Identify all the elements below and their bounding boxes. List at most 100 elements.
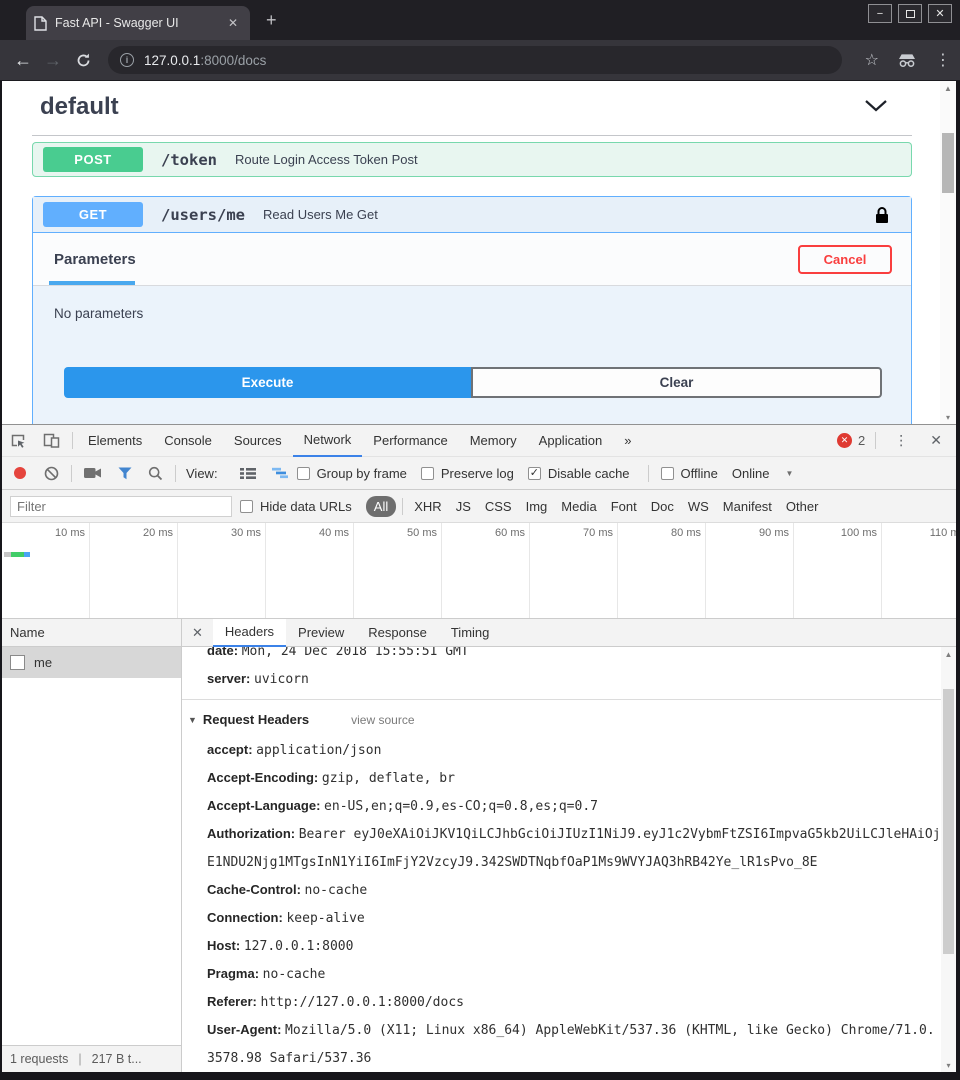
request-header: Host: 127.0.0.1:8000 <box>207 932 941 960</box>
error-badge-icon[interactable]: ✕ <box>837 433 852 448</box>
tab-response[interactable]: Response <box>356 619 439 647</box>
request-headers-section-title[interactable]: Request Headers <box>203 704 309 736</box>
window-maximize-button[interactable] <box>898 4 922 23</box>
filter-type-css[interactable]: CSS <box>485 499 512 514</box>
site-info-icon[interactable]: i <box>120 53 134 67</box>
headers-content: date: Mon, 24 Dec 2018 15:55:51 GMT serv… <box>182 647 941 1072</box>
filter-type-media[interactable]: Media <box>561 499 596 514</box>
filter-type-manifest[interactable]: Manifest <box>723 499 772 514</box>
group-by-frame-checkbox[interactable] <box>297 467 310 480</box>
filter-type-ws[interactable]: WS <box>688 499 709 514</box>
tab-timing[interactable]: Timing <box>439 619 502 647</box>
parameters-header: Parameters Cancel <box>33 233 911 286</box>
filter-type-xhr[interactable]: XHR <box>414 499 441 514</box>
browser-tab[interactable]: Fast API - Swagger UI ✕ <box>26 6 250 40</box>
tab-application[interactable]: Application <box>528 425 614 457</box>
search-icon[interactable] <box>148 466 163 481</box>
url-host: 127.0.0.1 <box>144 53 200 68</box>
filter-type-doc[interactable]: Doc <box>651 499 674 514</box>
clear-log-icon[interactable] <box>44 466 59 481</box>
scroll-up-icon[interactable]: ▲ <box>940 81 956 95</box>
collapse-triangle-icon[interactable]: ▼ <box>188 704 197 736</box>
clear-button[interactable]: Clear <box>471 367 882 398</box>
filter-funnel-icon[interactable] <box>118 467 132 480</box>
name-column-header[interactable]: Name <box>2 619 181 647</box>
transferred-size: 217 B t... <box>92 1052 142 1066</box>
offline-label[interactable]: Offline <box>681 466 718 481</box>
page-scrollbar[interactable]: ▲ ▾ <box>940 81 956 424</box>
throttling-dropdown-icon[interactable]: ▼ <box>785 469 793 478</box>
disable-cache-checkbox[interactable] <box>528 467 541 480</box>
lock-icon[interactable] <box>875 206 889 224</box>
status-separator: | <box>78 1052 81 1066</box>
chevron-down-icon[interactable] <box>864 99 888 112</box>
list-view-icon[interactable] <box>240 467 256 480</box>
filter-type-font[interactable]: Font <box>611 499 637 514</box>
filter-type-all[interactable]: All <box>366 496 396 517</box>
details-scrollbar-thumb[interactable] <box>943 689 954 954</box>
details-close-icon[interactable]: ✕ <box>182 625 213 641</box>
parameters-tab[interactable]: Parameters <box>54 251 136 268</box>
browser-menu-icon[interactable]: ⋮ <box>935 50 951 70</box>
view-source-link[interactable]: view source <box>351 704 414 736</box>
inspect-element-icon[interactable] <box>10 433 27 449</box>
hide-data-urls-label[interactable]: Hide data URLs <box>260 499 352 514</box>
record-button[interactable] <box>14 467 26 479</box>
preserve-log-label[interactable]: Preserve log <box>441 466 514 481</box>
tab-elements[interactable]: Elements <box>77 425 153 457</box>
request-row-me[interactable]: me <box>2 647 181 678</box>
address-bar[interactable]: i 127.0.0.1:8000/docs <box>108 46 842 74</box>
disable-cache-label[interactable]: Disable cache <box>548 466 630 481</box>
details-scrollbar[interactable]: ▲ ▾ <box>941 647 956 1072</box>
tab-strip: Fast API - Swagger UI ✕ + − ✕ <box>0 0 960 40</box>
reload-button[interactable] <box>68 52 98 69</box>
offline-checkbox[interactable] <box>661 467 674 480</box>
tab-memory[interactable]: Memory <box>459 425 528 457</box>
execute-button[interactable]: Execute <box>64 367 471 398</box>
network-overview-timeline[interactable]: 10 ms 20 ms 30 ms 40 ms 50 ms 60 ms 70 m… <box>2 523 956 619</box>
device-toolbar-icon[interactable] <box>43 433 60 448</box>
devtools-menu-icon[interactable]: ⋮ <box>886 432 916 449</box>
forward-button[interactable]: → <box>38 50 68 71</box>
request-header-user-agent: User-Agent: Mozilla/5.0 (X11; Linux x86_… <box>207 1016 941 1072</box>
filter-type-other[interactable]: Other <box>786 499 819 514</box>
waterfall-view-icon[interactable] <box>272 467 289 479</box>
window-minimize-button[interactable]: − <box>868 4 892 23</box>
throttling-select[interactable]: Online <box>732 466 770 481</box>
get-endpoint-header[interactable]: GET /users/me Read Users Me Get <box>33 197 911 233</box>
timeline-tick: 40 ms <box>266 523 354 618</box>
group-by-frame-label[interactable]: Group by frame <box>317 466 407 481</box>
tab-sources[interactable]: Sources <box>223 425 293 457</box>
filter-type-js[interactable]: JS <box>456 499 471 514</box>
scroll-up-icon[interactable]: ▲ <box>941 647 956 661</box>
cancel-button[interactable]: Cancel <box>798 245 892 274</box>
scroll-down-icon[interactable]: ▾ <box>941 1058 956 1072</box>
divider <box>72 432 73 449</box>
hide-data-urls-checkbox[interactable] <box>240 500 253 513</box>
request-header: Connection: keep-alive <box>207 904 941 932</box>
tab-headers[interactable]: Headers <box>213 619 286 647</box>
preserve-log-checkbox[interactable] <box>421 467 434 480</box>
screenshot-camera-icon[interactable] <box>84 467 102 479</box>
tab-console[interactable]: Console <box>153 425 223 457</box>
tab-close-icon[interactable]: ✕ <box>224 14 242 32</box>
bookmark-star-icon[interactable]: ☆ <box>865 50 879 70</box>
timeline-tick: 60 ms <box>442 523 530 618</box>
scroll-down-icon[interactable]: ▾ <box>940 410 956 424</box>
browser-toolbar: ← → i 127.0.0.1:8000/docs ☆ ⋮ <box>0 40 960 81</box>
page-scrollbar-thumb[interactable] <box>942 133 954 193</box>
tab-performance[interactable]: Performance <box>362 425 458 457</box>
more-tabs-button[interactable]: » <box>613 425 642 457</box>
filter-type-img[interactable]: Img <box>526 499 548 514</box>
parameters-body: No parameters <box>33 286 911 321</box>
tab-network[interactable]: Network <box>293 425 363 457</box>
tab-preview[interactable]: Preview <box>286 619 356 647</box>
timeline-tick: 30 ms <box>178 523 266 618</box>
window-close-button[interactable]: ✕ <box>928 4 952 23</box>
devtools-close-icon[interactable]: ✕ <box>922 432 950 449</box>
back-button[interactable]: ← <box>8 50 38 71</box>
request-header: Accept-Encoding: gzip, deflate, br <box>207 764 941 792</box>
endpoint-post-token[interactable]: POST /token Route Login Access Token Pos… <box>32 142 912 177</box>
filter-input[interactable] <box>10 496 232 517</box>
new-tab-button[interactable]: + <box>266 10 277 31</box>
